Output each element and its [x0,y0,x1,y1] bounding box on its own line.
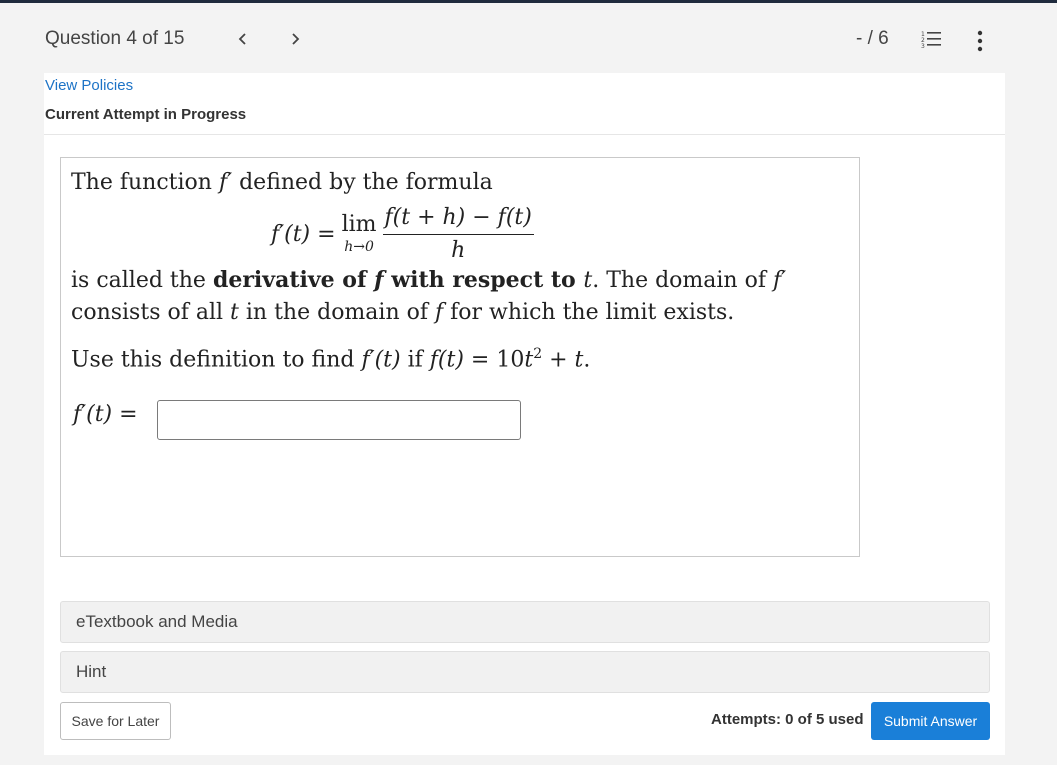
difference-quotient: f(t + h) − f(t) h [382,205,534,263]
question-definition: is called the derivative of f with respe… [71,267,786,293]
fraction-numerator: f(t + h) − f(t) [382,205,534,235]
question-text: consists of all [71,300,231,325]
question-text: in the domain of [238,300,435,325]
question-task: Use this definition to find f′(t) if f(t… [71,346,590,372]
question-text: Use this definition to find [71,347,362,373]
math-symbol: t [230,300,239,325]
submit-answer-button[interactable]: Submit Answer [871,702,990,740]
limit-subscript: h→0 [344,239,374,255]
vertical-ellipsis-icon [977,30,983,52]
exponent: 2 [533,346,543,362]
attempt-status: Current Attempt in Progress [45,106,247,123]
limit-operator: lim h→0 [341,212,377,255]
fraction-denominator: h [451,237,466,263]
math-symbol: f′ [218,170,233,195]
attempts-counter: Attempts: 0 of 5 used [711,711,864,728]
bold-term: derivative of [212,267,375,293]
question-text: for which the limit exists. [443,300,735,325]
svg-text:3: 3 [921,43,925,50]
question-header: Question 4 of 15 - / 6 1 2 3 [0,3,1057,73]
question-text: The function [71,170,219,195]
question-text: . The domain of [592,268,773,293]
hint-section[interactable]: Hint [60,651,990,693]
question-list-button[interactable]: 1 2 3 [919,27,945,53]
chevron-right-icon [292,33,300,45]
math-symbol: t [583,268,593,293]
next-question-button[interactable] [284,27,306,51]
question-text: . [583,347,591,373]
question-intro: The function f′ defined by the formula [71,170,493,195]
derivative-formula: f′(t) = lim h→0 f(t + h) − f(t) h [271,204,534,264]
question-text: + [542,347,575,373]
question-text: is called the [71,268,213,293]
etextbook-media-section[interactable]: eTextbook and Media [60,601,990,643]
question-text: defined by the formula [232,170,493,195]
answer-label: f′(t) = [73,402,138,427]
question-text: = 10 [463,347,525,373]
save-for-later-button[interactable]: Save for Later [60,702,171,740]
math-symbol: t [524,347,534,373]
divider [44,134,1005,135]
answer-input[interactable] [157,400,521,440]
bold-term: with respect to [383,267,584,293]
previous-question-button[interactable] [232,27,254,51]
math-symbol: f [435,300,444,325]
chevron-left-icon [238,33,246,45]
formula-lhs: f′(t) = [271,221,336,247]
question-panel: View Policies Current Attempt in Progres… [44,73,1005,755]
question-list-icon: 1 2 3 [921,31,941,50]
question-text: if [400,347,430,373]
math-symbol: f(t) [429,347,464,373]
math-symbol: f [374,267,384,293]
math-symbol: f′ [772,268,787,293]
limit-label: lim [341,212,377,237]
question-score: - / 6 [856,28,889,49]
question-counter: Question 4 of 15 [45,28,185,49]
question-body: The function f′ defined by the formula f… [60,157,860,557]
question-domain: consists of all t in the domain of f for… [71,300,734,325]
math-symbol: f′(t) [361,347,401,373]
more-options-button[interactable] [968,27,992,55]
view-policies-link[interactable]: View Policies [45,77,133,94]
